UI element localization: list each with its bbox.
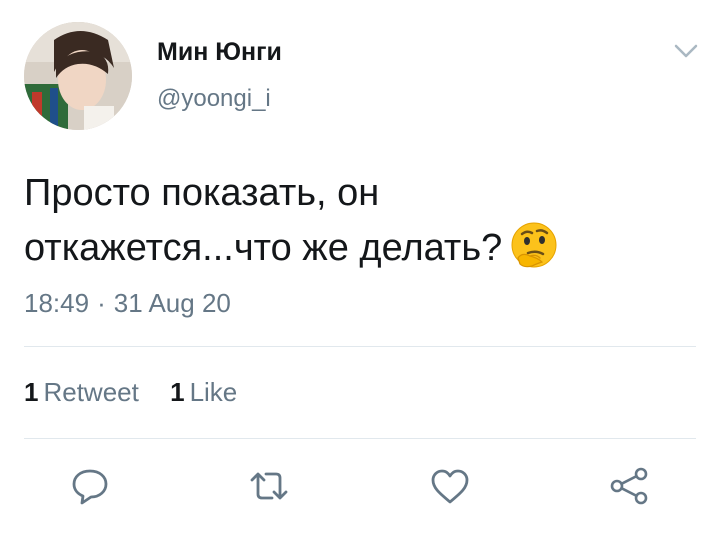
tweet-date: 31 Aug 20 [113,288,231,318]
tweet-stats: 1 Retweet 1 Like [24,377,237,408]
divider [24,346,696,347]
retweet-icon [250,472,288,500]
chevron-down-icon[interactable] [672,40,700,62]
tweet-text-line: Просто показать, он [24,172,380,214]
tweet-text-line-content: откажется...что же делать? [24,227,503,269]
likes-count: 1 [170,377,185,407]
like-button[interactable] [428,464,472,508]
author-display-name[interactable]: Мин Юнги [157,38,282,67]
retweets-count: 1 [24,377,39,407]
avatar[interactable] [24,22,132,130]
retweets-label: Retweet [43,377,139,407]
timestamp-separator: · [97,288,106,318]
tweet-timestamp[interactable]: 18:49 · 31 Aug 20 [24,288,231,319]
reply-icon [72,469,108,505]
author-handle[interactable]: @yoongi_i [157,85,271,113]
retweet-button[interactable] [247,464,291,508]
divider [24,438,696,439]
tweet-text: Просто показать, он откажется...что же д… [24,166,696,275]
likes-stat[interactable]: 1 Like [170,377,237,408]
tweet-time: 18:49 [24,288,90,318]
avatar-photo [24,22,132,130]
share-button[interactable] [607,464,651,508]
tweet-text-line: откажется...что же делать? [24,220,696,275]
reply-button[interactable] [68,464,112,508]
retweets-stat[interactable]: 1 Retweet [24,377,139,408]
likes-label: Like [189,377,238,407]
share-icon [610,467,648,505]
like-icon [431,469,469,504]
thinking-face-icon [508,220,560,272]
